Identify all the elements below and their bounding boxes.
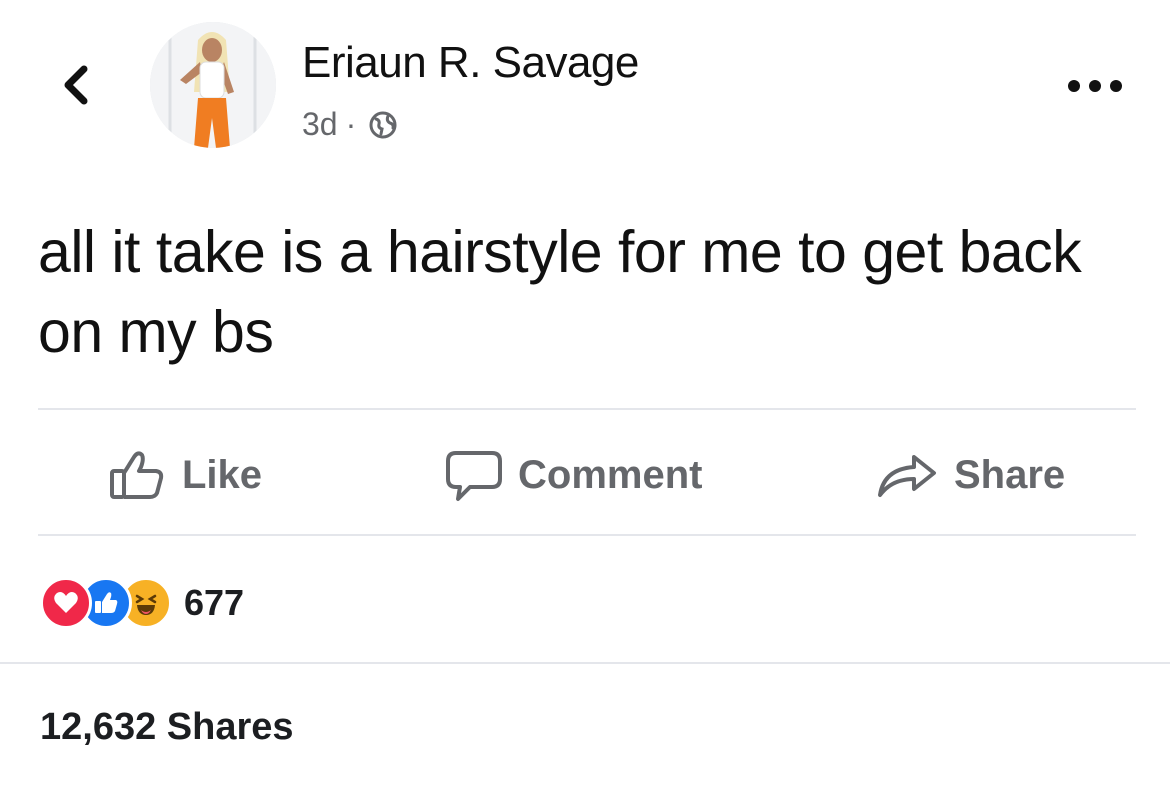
- shares-count[interactable]: 12,632 Shares: [40, 706, 294, 749]
- comment-label: Comment: [518, 452, 703, 497]
- like-button[interactable]: Like: [108, 445, 262, 505]
- profile-photo: [150, 22, 276, 148]
- love-reaction-icon: [40, 577, 92, 629]
- post-time[interactable]: 3d: [302, 106, 338, 143]
- divider: [0, 662, 1170, 664]
- more-options-button[interactable]: [1060, 66, 1130, 106]
- author-name[interactable]: Eriaun R. Savage: [302, 38, 639, 88]
- thumbs-up-icon: [110, 451, 164, 499]
- share-button[interactable]: Share: [874, 445, 1065, 505]
- divider: [38, 534, 1136, 536]
- ellipsis-icon: [1068, 80, 1122, 92]
- reactions-summary[interactable]: 677: [40, 575, 244, 631]
- share-label: Share: [954, 452, 1066, 497]
- post-text: all it take is a hairstyle for me to get…: [38, 219, 1082, 365]
- chevron-left-icon: [64, 65, 88, 105]
- globe-icon: [368, 110, 398, 140]
- comment-button[interactable]: Comment: [444, 445, 702, 505]
- like-label: Like: [182, 452, 263, 497]
- meta-separator: ·: [345, 106, 357, 142]
- comment-icon: [446, 451, 502, 501]
- share-icon: [878, 455, 936, 497]
- divider: [38, 408, 1136, 410]
- post-meta: 3d ·: [302, 106, 398, 143]
- reaction-count: 677: [184, 582, 245, 623]
- back-button[interactable]: [40, 50, 110, 120]
- avatar[interactable]: [150, 22, 276, 148]
